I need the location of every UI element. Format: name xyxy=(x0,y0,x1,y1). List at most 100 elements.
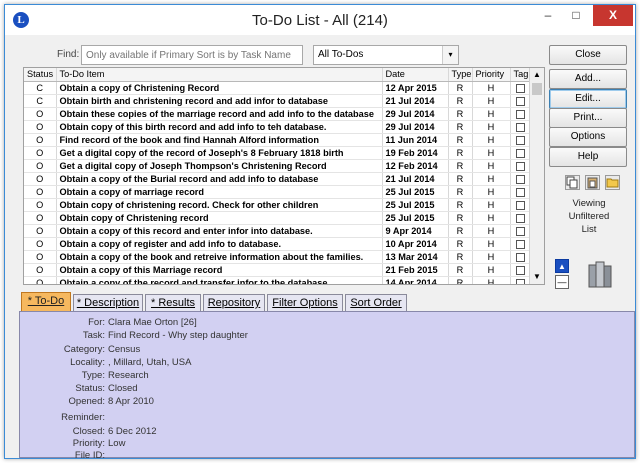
tag-checkbox[interactable] xyxy=(515,187,525,197)
tag-checkbox[interactable] xyxy=(515,200,525,210)
detail-row: Opened: 8 Apr 2010 xyxy=(20,396,620,408)
detail-value: , Millard, Utah, USA xyxy=(108,357,192,368)
table-row[interactable]: O Get a digital copy of Joseph Thompson's… xyxy=(24,159,531,173)
table-row[interactable]: O Obtain a copy of the record and transfe… xyxy=(24,276,531,284)
tab-results[interactable]: * Results xyxy=(145,294,201,312)
table-row[interactable]: O Obtain these copies of the marriage rec… xyxy=(24,107,531,121)
table-row[interactable]: O Obtain a copy of the Burial record and … xyxy=(24,172,531,186)
add-button[interactable]: Add... xyxy=(549,69,627,89)
sort-descending-icon[interactable]: — xyxy=(555,275,569,289)
row-item: Obtain a copy of Christening Record xyxy=(56,81,383,95)
tag-checkbox[interactable] xyxy=(515,109,525,119)
row-priority: H xyxy=(472,263,511,277)
row-status: O xyxy=(24,185,57,199)
column-header-item[interactable]: To-Do Item xyxy=(56,68,383,82)
table-scrollbar[interactable]: ▲ ▼ xyxy=(529,68,544,284)
close-button[interactable]: Close xyxy=(549,45,627,65)
tag-checkbox[interactable] xyxy=(515,174,525,184)
row-priority: H xyxy=(472,211,511,225)
options-button[interactable]: Options xyxy=(549,127,627,147)
table-row[interactable]: O Obtain copy of christening record. Chec… xyxy=(24,198,531,212)
column-header-status[interactable]: Status xyxy=(24,68,57,82)
close-window-button[interactable]: X xyxy=(593,5,633,26)
scroll-down-icon[interactable]: ▼ xyxy=(532,272,542,282)
tag-checkbox[interactable] xyxy=(515,148,525,158)
todo-window: L To-Do List - All (214) – □ X Find: All… xyxy=(4,4,636,461)
row-date: 12 Feb 2014 xyxy=(382,159,449,173)
books-icon[interactable] xyxy=(585,259,615,289)
table-row[interactable]: O Obtain a copy of this Marriage record 21… xyxy=(24,263,531,277)
tag-checkbox[interactable] xyxy=(515,96,525,106)
tag-checkbox[interactable] xyxy=(515,252,525,262)
detail-value: Clara Mae Orton [26] xyxy=(108,317,197,328)
column-header-tag[interactable]: Tag xyxy=(510,68,531,82)
row-type: R xyxy=(448,107,473,121)
table-row[interactable]: O Obtain a copy of register and add info … xyxy=(24,237,531,251)
folder-icon[interactable] xyxy=(605,175,620,190)
row-type: R xyxy=(448,146,473,160)
tab-description[interactable]: * Description xyxy=(73,294,143,312)
row-type: R xyxy=(448,237,473,251)
tag-checkbox[interactable] xyxy=(515,213,525,223)
detail-row: Category: Census xyxy=(20,344,620,356)
row-priority: H xyxy=(472,237,511,251)
maximize-button[interactable]: □ xyxy=(563,5,589,26)
row-status: O xyxy=(24,120,57,134)
filter-dropdown[interactable]: All To-Dos ▾ xyxy=(313,45,459,65)
tab-filter-options[interactable]: Filter Options xyxy=(267,294,343,312)
table-row[interactable]: O Obtain copy of this birth record and ad… xyxy=(24,120,531,134)
table-row[interactable]: O Find record of the book and find Hannah… xyxy=(24,133,531,147)
minimize-button[interactable]: – xyxy=(535,5,561,26)
table-row[interactable]: C Obtain a copy of Christening Record 12 A… xyxy=(24,81,531,95)
detail-label: File ID: xyxy=(74,450,105,461)
column-header-priority[interactable]: Priority xyxy=(472,68,511,82)
edit-button[interactable]: Edit... xyxy=(549,89,627,109)
detail-row: Closed: 6 Dec 2012 xyxy=(20,426,620,438)
row-tag xyxy=(510,133,531,147)
tag-checkbox[interactable] xyxy=(515,278,525,284)
tag-checkbox[interactable] xyxy=(515,122,525,132)
tag-checkbox[interactable] xyxy=(515,265,525,275)
chevron-down-icon[interactable]: ▾ xyxy=(442,46,458,64)
tag-checkbox[interactable] xyxy=(515,83,525,93)
table-row[interactable]: O Obtain copy of Christening record 25 Jul… xyxy=(24,211,531,225)
row-item: Obtain a copy of register and add info t… xyxy=(56,237,383,251)
row-date: 11 Jun 2014 xyxy=(382,133,449,147)
table-row[interactable]: O Obtain a copy of the book and retreive … xyxy=(24,250,531,264)
row-item: Obtain a copy of the book and retreive i… xyxy=(56,250,383,264)
tag-checkbox[interactable] xyxy=(515,239,525,249)
scroll-up-icon[interactable]: ▲ xyxy=(532,70,542,80)
find-input[interactable] xyxy=(81,45,303,65)
table-row[interactable]: O Obtain a copy of this record and enter … xyxy=(24,224,531,238)
paste-icon[interactable] xyxy=(585,175,600,190)
tab-repository[interactable]: Repository xyxy=(203,294,265,312)
help-button[interactable]: Help xyxy=(549,147,627,167)
table-row[interactable]: C Obtain birth and christening record and… xyxy=(24,94,531,108)
print-button[interactable]: Print... xyxy=(549,108,627,128)
tag-checkbox[interactable] xyxy=(515,226,525,236)
tag-checkbox[interactable] xyxy=(515,161,525,171)
row-type: R xyxy=(448,185,473,199)
detail-row: Priority: Low xyxy=(20,438,620,450)
detail-label: Category: xyxy=(63,344,105,355)
todo-table: Status To-Do Item Date Type Priority Tag… xyxy=(23,67,545,285)
table-row[interactable]: O Obtain a copy of marriage record 25 Jul … xyxy=(24,185,531,199)
column-header-type[interactable]: Type xyxy=(448,68,473,82)
detail-label: Status: xyxy=(75,383,105,394)
detail-label: Task: xyxy=(82,330,105,341)
row-priority: H xyxy=(472,159,511,173)
table-row[interactable]: O Get a digital copy of the record of Jos… xyxy=(24,146,531,160)
sort-ascending-icon[interactable]: ▲ xyxy=(555,259,569,273)
row-status: C xyxy=(24,94,57,108)
tag-checkbox[interactable] xyxy=(515,135,525,145)
row-priority: H xyxy=(472,107,511,121)
row-status: O xyxy=(24,224,57,238)
copy-icon[interactable] xyxy=(565,175,580,190)
tab-sort-order[interactable]: Sort Order xyxy=(345,294,407,312)
row-type: R xyxy=(448,250,473,264)
detail-label: Type: xyxy=(81,370,105,381)
row-status: O xyxy=(24,133,57,147)
column-header-date[interactable]: Date xyxy=(382,68,449,82)
scroll-thumb[interactable] xyxy=(532,83,542,95)
tab-todo[interactable]: * To-Do xyxy=(21,292,71,312)
